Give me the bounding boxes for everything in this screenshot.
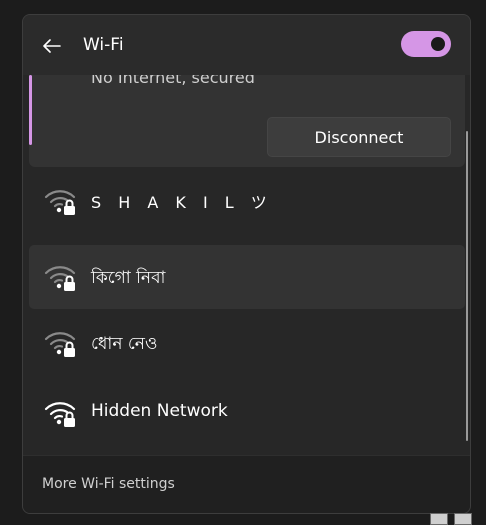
connected-indicator [29, 75, 32, 145]
wifi-toggle[interactable] [401, 31, 451, 57]
back-button[interactable] [37, 33, 67, 59]
network-item[interactable]: কিগো নিবা [29, 245, 465, 309]
flyout-footer: More Wi-Fi settings [23, 455, 470, 513]
network-list[interactable]: No Internet, secured Disconnect S H A K … [23, 75, 470, 455]
wifi-secured-weak-icon [44, 190, 76, 215]
network-item[interactable]: ধোন নেও [29, 311, 465, 375]
network-item[interactable]: S H A K I L ツ [29, 169, 465, 233]
connection-status: No Internet, secured [91, 75, 255, 87]
toggle-knob [431, 37, 445, 51]
disconnect-button[interactable]: Disconnect [267, 117, 451, 157]
window-icon [454, 513, 472, 525]
wifi-flyout-panel: Wi-Fi No Internet, secured Disconnect S … [22, 14, 471, 514]
network-name: S H A K I L ツ [91, 193, 273, 212]
taskbar-corner [430, 511, 476, 525]
page-title: Wi-Fi [83, 35, 124, 55]
network-name: কিগো নিবা [91, 268, 166, 288]
more-wifi-settings-link[interactable]: More Wi-Fi settings [42, 476, 175, 492]
window-icon [430, 513, 448, 525]
wifi-secured-weak-icon [44, 266, 76, 291]
connected-network-card: No Internet, secured Disconnect [29, 75, 465, 167]
wifi-secured-weak-icon [44, 332, 76, 357]
network-item[interactable]: Hidden Network [29, 381, 465, 445]
wifi-secured-full-icon [44, 402, 76, 427]
scrollbar-thumb[interactable] [466, 131, 468, 441]
network-name: ধোন নেও [91, 334, 158, 354]
network-name: Hidden Network [91, 401, 228, 421]
arrow-left-icon [43, 39, 61, 53]
wifi-header: Wi-Fi [23, 15, 470, 75]
